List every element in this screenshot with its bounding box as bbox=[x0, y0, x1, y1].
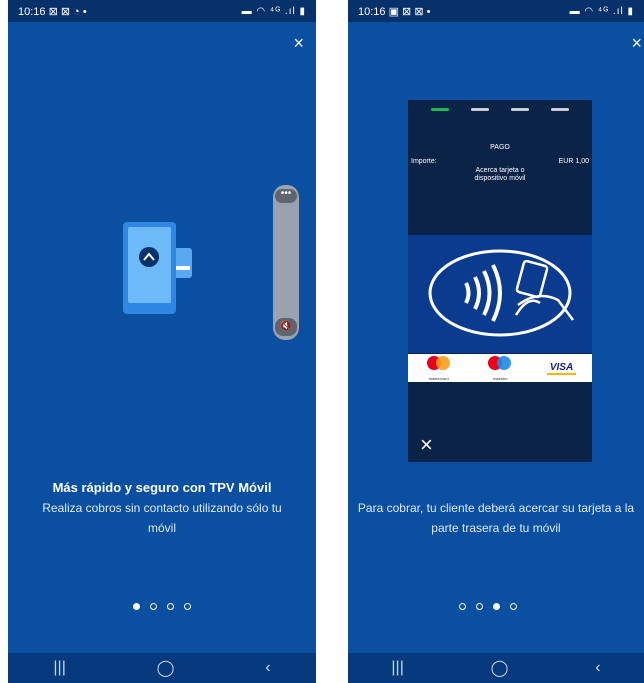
page-dot-4[interactable] bbox=[184, 603, 191, 610]
mastercard-logo: mastercard bbox=[424, 355, 454, 381]
slide-subtitle: Realiza cobros sin contacto utilizando s… bbox=[42, 501, 282, 535]
home-icon[interactable]: ◯ bbox=[157, 658, 175, 678]
mastercard-label: mastercard bbox=[428, 376, 449, 381]
page-dot-2[interactable] bbox=[150, 603, 157, 610]
page-dot-4[interactable] bbox=[510, 603, 517, 610]
terminal-header: PAGO bbox=[490, 144, 510, 151]
maestro-logo: maestro bbox=[485, 355, 515, 381]
close-button[interactable]: × bbox=[631, 34, 642, 52]
status-bar: 10:16 ▣ ⊠ ⊠ • ▬ ◠ ⁴ᴳ .ıl ▮ bbox=[348, 0, 644, 22]
system-nav-bar: ||| ◯ ‹ bbox=[8, 653, 316, 683]
back-icon[interactable]: ‹ bbox=[595, 659, 600, 677]
card-brands-strip: mastercard maestro VISA bbox=[408, 354, 592, 382]
onboarding-screen-3: 10:16 ▣ ⊠ ⊠ • ▬ ◠ ⁴ᴳ .ıl ▮ × PAGO Import… bbox=[348, 0, 644, 683]
status-time-group: 10:16 ▣ ⊠ ⊠ • bbox=[358, 5, 430, 18]
card-stripe-shape bbox=[176, 266, 190, 270]
tpv-phone-illustration bbox=[123, 222, 192, 314]
contactless-area bbox=[408, 235, 592, 353]
home-icon[interactable]: ◯ bbox=[491, 658, 509, 678]
terminal-instruction: Acerca tarjeta o dispositivo móvil bbox=[474, 167, 526, 182]
payment-terminal-illustration: PAGO Importe: EUR 1,00 Acerca tarjeta o … bbox=[408, 100, 592, 462]
visa-logo: VISA bbox=[546, 362, 577, 375]
system-icons: ▬ ◠ ⁴ᴳ .ıl ▮ bbox=[569, 5, 634, 17]
page-dot-3[interactable] bbox=[167, 603, 174, 610]
notification-icons: ▣ ⊠ ⊠ • bbox=[388, 5, 431, 18]
recent-apps-icon[interactable]: ||| bbox=[53, 659, 65, 677]
close-button[interactable]: × bbox=[293, 34, 304, 52]
progress-bar-1 bbox=[431, 108, 449, 111]
back-icon[interactable]: ‹ bbox=[265, 659, 270, 677]
terminal-amount-value: EUR 1,00 bbox=[558, 158, 589, 165]
onboarding-screen-1: 10:16 ⊠ ⊠ ◔ • ▬ ◠ ⁴ᴳ .ıl ▮ × ••• 🔇 Más r… bbox=[8, 0, 316, 683]
page-dot-2[interactable] bbox=[476, 603, 483, 610]
recent-apps-icon[interactable]: ||| bbox=[391, 659, 403, 677]
mastercard-circles-icon bbox=[426, 356, 450, 370]
page-dot-1[interactable] bbox=[459, 603, 466, 610]
contactless-icon bbox=[428, 249, 574, 337]
notification-icons: ⊠ ⊠ ◔ • bbox=[48, 5, 87, 18]
maestro-label: maestro bbox=[493, 376, 508, 381]
chevron-up-icon bbox=[139, 247, 159, 267]
progress-bar-2 bbox=[471, 108, 489, 111]
terminal-close-icon: × bbox=[420, 432, 433, 457]
page-dot-1[interactable] bbox=[133, 603, 140, 610]
status-time: 10:16 bbox=[358, 5, 386, 18]
floating-side-panel[interactable]: ••• 🔇 bbox=[273, 185, 299, 340]
pagination-dots[interactable] bbox=[8, 603, 316, 610]
status-time: 10:16 bbox=[18, 5, 46, 18]
maestro-circles-icon bbox=[488, 356, 512, 370]
status-time-group: 10:16 ⊠ ⊠ ◔ • bbox=[18, 5, 87, 18]
system-nav-bar: ||| ◯ ‹ bbox=[348, 653, 644, 683]
terminal-amount-label: Importe: bbox=[411, 158, 437, 165]
system-icons: ▬ ◠ ⁴ᴳ .ıl ▮ bbox=[241, 5, 306, 17]
progress-bars bbox=[408, 108, 592, 111]
progress-bar-4 bbox=[551, 108, 569, 111]
more-icon[interactable]: ••• bbox=[275, 189, 297, 203]
pagination-dots[interactable] bbox=[348, 603, 636, 610]
status-bar: 10:16 ⊠ ⊠ ◔ • ▬ ◠ ⁴ᴳ .ıl ▮ bbox=[8, 0, 316, 22]
slide-title: Más rápido y seguro con TPV Móvil bbox=[52, 480, 272, 495]
page-dot-3[interactable] bbox=[493, 603, 500, 610]
slide-subtitle: Para cobrar, tu cliente deberá acercar s… bbox=[357, 501, 635, 535]
progress-bar-3 bbox=[511, 108, 529, 111]
mute-icon[interactable]: 🔇 bbox=[275, 318, 297, 336]
